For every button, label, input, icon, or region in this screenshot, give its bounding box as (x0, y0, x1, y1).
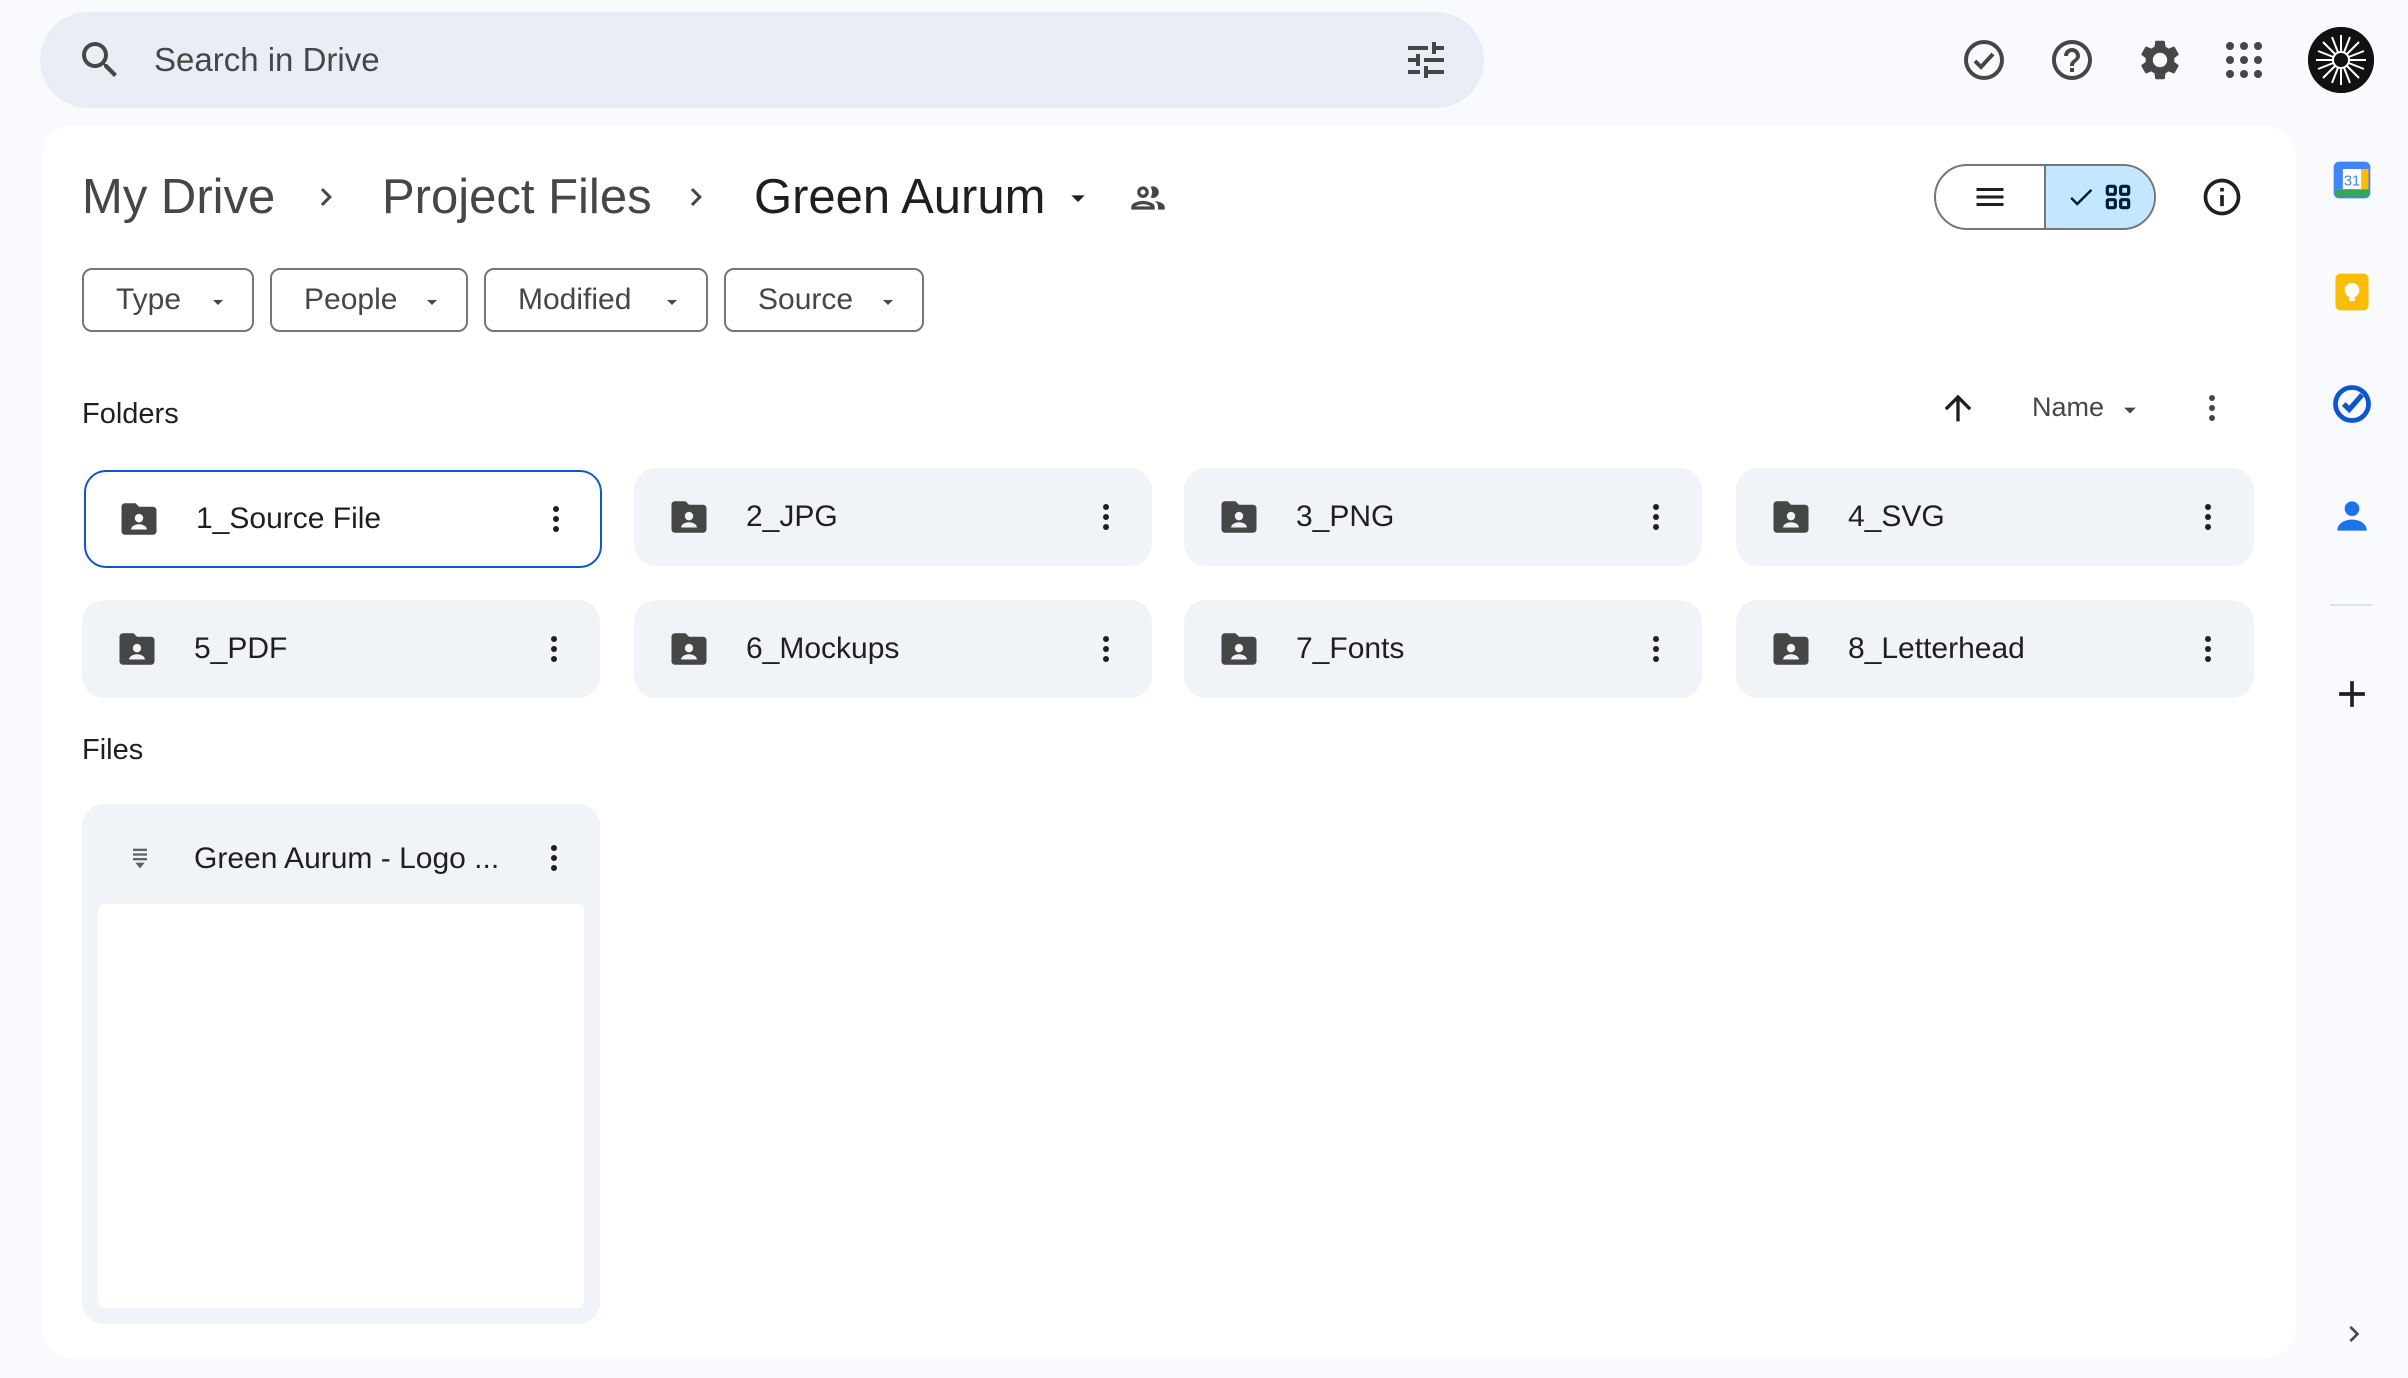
chevron-right-icon[interactable] (2338, 1318, 2370, 1350)
folder-name: 2_JPG (746, 500, 838, 533)
grid-view-button[interactable] (2044, 166, 2154, 228)
filter-modified-label: Modified (518, 283, 632, 316)
tasks-app-icon[interactable] (2330, 382, 2374, 426)
account-avatar[interactable] (2308, 27, 2374, 93)
shared-people-icon[interactable] (1128, 178, 1168, 218)
more-vert-icon[interactable] (1636, 629, 1676, 669)
settings-gear-icon[interactable] (2136, 36, 2184, 84)
more-vert-icon[interactable] (534, 629, 574, 669)
folder-card[interactable]: 2_JPG (634, 468, 1152, 566)
more-vert-icon[interactable] (2188, 629, 2228, 669)
help-icon[interactable] (2048, 36, 2096, 84)
chevron-right-icon (308, 179, 344, 215)
folder-menu-caret-icon[interactable] (1062, 182, 1094, 214)
calendar-day-text: 31 (2344, 174, 2360, 190)
file-card[interactable]: Green Aurum - Logo ... (82, 804, 600, 1324)
filter-modified-chip[interactable]: Modified (484, 268, 708, 332)
file-name: Green Aurum - Logo ... (194, 842, 500, 875)
shared-folder-icon (1770, 629, 1812, 669)
more-vert-icon[interactable] (1086, 497, 1126, 537)
shared-folder-icon (1770, 497, 1812, 537)
search-bar[interactable]: Search in Drive (40, 12, 1484, 108)
contacts-app-icon[interactable] (2330, 494, 2374, 538)
caret-down-icon (876, 290, 900, 314)
folder-name: 1_Source File (196, 502, 382, 535)
folder-card[interactable]: 1_Source File (84, 470, 602, 568)
folder-name: 8_Letterhead (1848, 632, 2025, 665)
files-section-label: Files (82, 734, 144, 766)
folder-name: 7_Fonts (1296, 632, 1405, 665)
filter-people-label: People (304, 283, 398, 316)
filter-source-label: Source (758, 283, 854, 316)
folder-name: 3_PNG (1296, 500, 1395, 533)
shared-folder-icon (668, 497, 710, 537)
side-panel-divider (2330, 604, 2372, 606)
add-addon-plus-icon[interactable] (2330, 672, 2374, 716)
folder-card[interactable]: 5_PDF (82, 600, 600, 698)
caret-down-icon (206, 290, 230, 314)
check-icon (2070, 188, 2093, 206)
filter-source-chip[interactable]: Source (724, 268, 924, 332)
folder-card[interactable]: 8_Letterhead (1736, 600, 2254, 698)
file-type-icon (126, 844, 154, 872)
view-toggle (1934, 164, 2156, 230)
sort-direction-arrow-up-icon[interactable] (1938, 388, 1978, 428)
file-thumbnail[interactable] (98, 904, 584, 1308)
breadcrumb-project-files[interactable]: Project Files (382, 162, 652, 232)
folder-card[interactable]: 3_PNG (1184, 468, 1702, 566)
shared-folder-icon (116, 629, 158, 669)
offline-ready-icon[interactable] (1960, 36, 2008, 84)
main-content: My Drive Project Files Green Aurum Type … (42, 126, 2296, 1358)
caret-down-icon[interactable] (2116, 396, 2144, 424)
list-icon (1976, 188, 2004, 206)
sort-by-label[interactable]: Name (2032, 392, 2104, 423)
more-vert-icon[interactable] (536, 499, 576, 539)
breadcrumb-my-drive[interactable]: My Drive (82, 162, 275, 232)
more-vert-icon[interactable] (2188, 497, 2228, 537)
more-vert-icon[interactable] (2192, 388, 2232, 428)
chevron-right-icon (678, 179, 714, 215)
calendar-app-icon[interactable]: 31 (2330, 158, 2374, 202)
folder-name: 5_PDF (194, 632, 288, 665)
shared-folder-icon (118, 499, 160, 539)
more-vert-icon[interactable] (534, 838, 574, 878)
list-view-button[interactable] (1936, 166, 2044, 228)
filter-type-label: Type (116, 283, 182, 316)
apps-grid-icon[interactable] (2220, 36, 2268, 84)
shared-folder-icon (1218, 497, 1260, 537)
shared-folder-icon (1218, 629, 1260, 669)
filter-type-chip[interactable]: Type (82, 268, 254, 332)
keep-app-icon[interactable] (2330, 270, 2374, 314)
breadcrumb-current-folder[interactable]: Green Aurum (754, 162, 1045, 232)
folders-section-label: Folders (82, 398, 179, 430)
more-vert-icon[interactable] (1086, 629, 1126, 669)
folder-name: 6_Mockups (746, 632, 900, 665)
search-input[interactable]: Search in Drive (154, 12, 380, 108)
more-vert-icon[interactable] (1636, 497, 1676, 537)
filter-people-chip[interactable]: People (270, 268, 468, 332)
grid-icon (2105, 184, 2131, 210)
folder-card[interactable]: 4_SVG (1736, 468, 2254, 566)
folder-card[interactable]: 6_Mockups (634, 600, 1152, 698)
caret-down-icon (660, 290, 684, 314)
search-options-icon[interactable] (1402, 36, 1450, 84)
folder-card[interactable]: 7_Fonts (1184, 600, 1702, 698)
folder-name: 4_SVG (1848, 500, 1945, 533)
caret-down-icon (420, 290, 444, 314)
search-icon[interactable] (76, 36, 124, 84)
details-info-icon[interactable] (2200, 175, 2244, 219)
shared-folder-icon (668, 629, 710, 669)
